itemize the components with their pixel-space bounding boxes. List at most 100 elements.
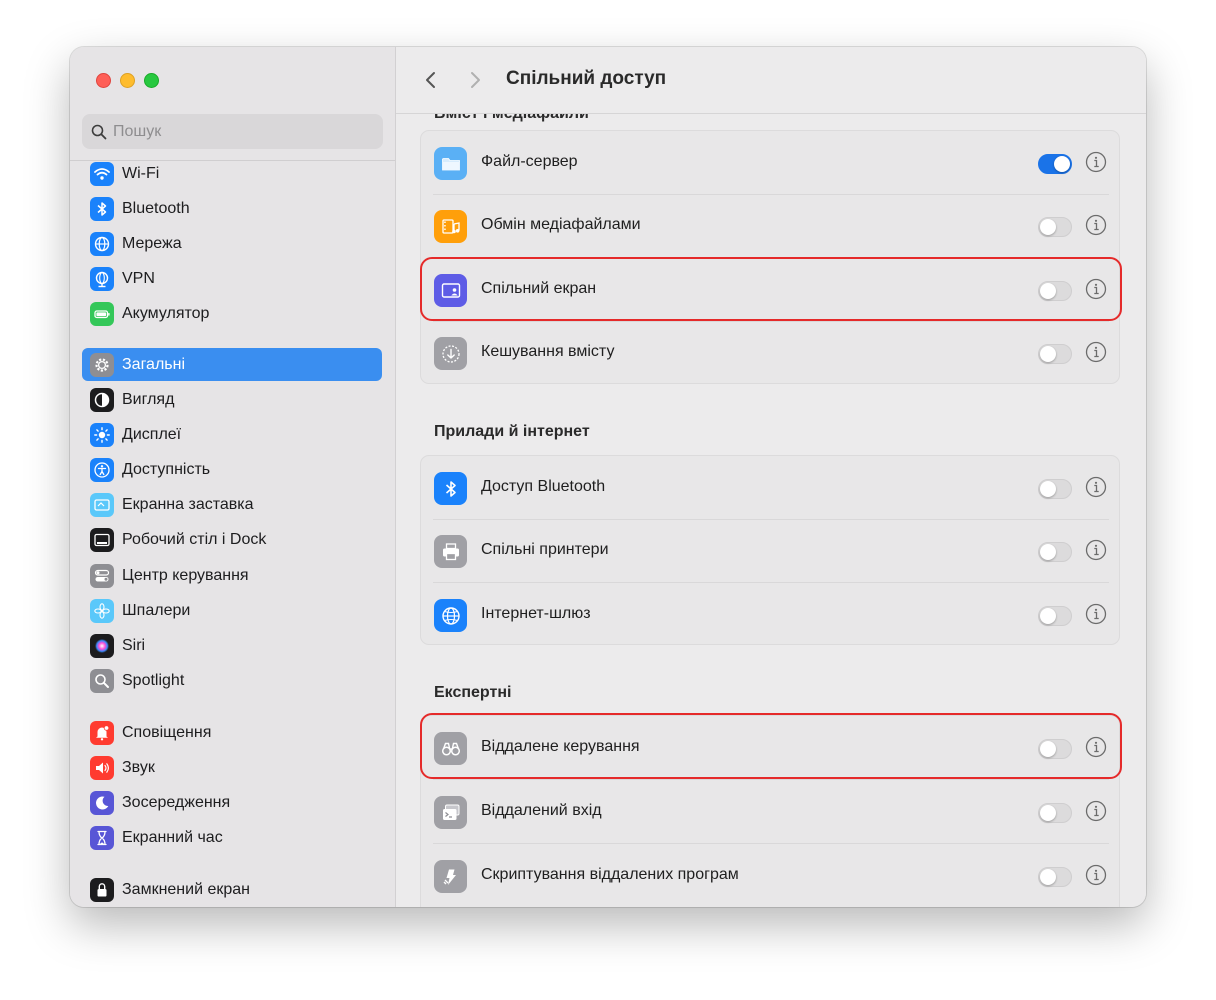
row-bluetooth-sharing[interactable]: Доступ Bluetooth bbox=[421, 456, 1121, 520]
row-file-server[interactable]: Файл-сервер bbox=[421, 131, 1121, 195]
sidebar-item-label: Екранний час bbox=[122, 828, 223, 846]
chevron-right-icon bbox=[471, 72, 480, 88]
sidebar-item-spotlight[interactable]: Spotlight bbox=[82, 664, 382, 697]
sidebar-item-bluetooth[interactable]: Bluetooth bbox=[82, 192, 382, 225]
printer-icon bbox=[434, 535, 467, 568]
globe-icon bbox=[90, 231, 114, 256]
sun-icon bbox=[90, 422, 114, 447]
row-media-sharing[interactable]: Обмін медіафайлами bbox=[421, 194, 1121, 258]
internet-sharing-toggle[interactable] bbox=[1038, 606, 1072, 626]
row-content-caching[interactable]: Кешування вмісту bbox=[421, 321, 1121, 385]
sidebar: Wi-Fi Bluetooth Мережа VPN bbox=[70, 47, 396, 907]
sidebar-item-accessibility[interactable]: Доступність bbox=[82, 453, 382, 486]
info-icon[interactable] bbox=[1085, 864, 1107, 886]
sidebar-item-label: Загальні bbox=[122, 355, 186, 373]
minimize-button[interactable] bbox=[120, 73, 135, 88]
section-header-accessories-internet: Прилади й інтернет bbox=[434, 423, 590, 440]
printer-sharing-toggle[interactable] bbox=[1038, 542, 1072, 562]
forward-button[interactable] bbox=[464, 69, 486, 91]
sidebar-item-label: Робочий стіл і Dock bbox=[122, 530, 267, 548]
page-title: Спільний доступ bbox=[506, 68, 667, 89]
accessibility-icon bbox=[90, 457, 114, 482]
sidebar-item-label: Bluetooth bbox=[122, 199, 190, 217]
media-sharing-toggle[interactable] bbox=[1038, 217, 1072, 237]
row-remote-login[interactable]: Віддалений вхід bbox=[421, 780, 1121, 844]
hourglass-icon bbox=[90, 825, 114, 850]
terminal-icon bbox=[434, 796, 467, 829]
info-icon[interactable] bbox=[1085, 214, 1107, 236]
sidebar-item-label: Зосередження bbox=[122, 793, 231, 811]
group-accessories-internet: Доступ Bluetooth Спільні принтери Інтерн… bbox=[420, 455, 1120, 645]
siri-icon bbox=[90, 633, 114, 658]
row-label: Файл-сервер bbox=[481, 153, 578, 170]
sidebar-item-sound[interactable]: Звук bbox=[82, 751, 382, 784]
sidebar-item-appearance[interactable]: Вигляд bbox=[82, 383, 382, 416]
info-icon[interactable] bbox=[1085, 539, 1107, 561]
row-label: Обмін медіафайлами bbox=[481, 216, 641, 233]
sidebar-item-network[interactable]: Мережа bbox=[82, 227, 382, 260]
sidebar-item-label: Акумулятор bbox=[122, 304, 210, 322]
row-label: Спільні принтери bbox=[481, 541, 609, 558]
highlight-screen-sharing bbox=[420, 257, 1122, 321]
row-internet-sharing[interactable]: Інтернет-шлюз bbox=[421, 583, 1121, 647]
appearance-icon bbox=[90, 387, 114, 412]
search-input[interactable] bbox=[113, 122, 363, 141]
moon-icon bbox=[90, 790, 114, 815]
back-button[interactable] bbox=[420, 69, 442, 91]
sidebar-item-screensaver[interactable]: Екранна заставка bbox=[82, 488, 382, 521]
bluetooth-icon bbox=[90, 196, 114, 221]
sidebar-item-screen-time[interactable]: Екранний час bbox=[82, 821, 382, 854]
settings-window: Wi-Fi Bluetooth Мережа VPN bbox=[70, 47, 1146, 907]
row-label: Віддалений вхід bbox=[481, 802, 602, 819]
search-field[interactable] bbox=[82, 114, 383, 149]
gear-icon bbox=[90, 352, 114, 377]
sidebar-item-vpn[interactable]: VPN bbox=[82, 262, 382, 295]
magnifier-icon bbox=[90, 668, 114, 693]
highlight-remote-management bbox=[420, 713, 1122, 779]
info-icon[interactable] bbox=[1085, 603, 1107, 625]
row-label: Кешування вмісту bbox=[481, 343, 615, 360]
sidebar-item-desktop-dock[interactable]: Робочий стіл і Dock bbox=[82, 523, 382, 556]
sidebar-item-lock-screen[interactable]: Замкнений екран bbox=[82, 873, 382, 906]
info-icon[interactable] bbox=[1085, 800, 1107, 822]
sidebar-item-label: Spotlight bbox=[122, 671, 185, 689]
media-icon bbox=[434, 210, 467, 243]
file-server-toggle[interactable] bbox=[1038, 154, 1072, 174]
sidebar-item-wifi[interactable]: Wi-Fi bbox=[82, 157, 382, 190]
sidebar-item-wallpaper[interactable]: Шпалери bbox=[82, 594, 382, 627]
control-center-icon bbox=[90, 563, 114, 588]
row-printer-sharing[interactable]: Спільні принтери bbox=[421, 519, 1121, 583]
bluetooth-sharing-toggle[interactable] bbox=[1038, 479, 1072, 499]
vpn-globe-icon bbox=[90, 266, 114, 291]
sidebar-item-general[interactable]: Загальні bbox=[82, 348, 382, 381]
wifi-icon bbox=[90, 161, 114, 186]
battery-icon bbox=[90, 301, 114, 326]
sidebar-item-label: Замкнений екран bbox=[122, 880, 250, 898]
sidebar-item-control-center[interactable]: Центр керування bbox=[82, 559, 382, 592]
bell-icon bbox=[90, 720, 114, 745]
zoom-button[interactable] bbox=[144, 73, 159, 88]
info-icon[interactable] bbox=[1085, 341, 1107, 363]
sidebar-item-siri[interactable]: Siri bbox=[82, 629, 382, 662]
sidebar-item-label: Екранна заставка bbox=[122, 495, 254, 513]
script-icon bbox=[434, 860, 467, 893]
sidebar-item-label: Мережа bbox=[122, 234, 182, 252]
row-remote-scripting[interactable]: Скриптування віддалених програм bbox=[421, 844, 1121, 907]
lock-screen-icon bbox=[90, 877, 114, 902]
close-button[interactable] bbox=[96, 73, 111, 88]
sidebar-item-label: Siri bbox=[122, 636, 146, 654]
info-icon[interactable] bbox=[1085, 151, 1107, 173]
sidebar-item-focus[interactable]: Зосередження bbox=[82, 786, 382, 819]
info-icon[interactable] bbox=[1085, 476, 1107, 498]
sidebar-item-displays[interactable]: Дисплеї bbox=[82, 418, 382, 451]
globe-icon bbox=[434, 599, 467, 632]
sidebar-item-notifications[interactable]: Сповіщення bbox=[82, 716, 382, 749]
sidebar-item-label: Wi-Fi bbox=[122, 164, 160, 182]
speaker-icon bbox=[90, 755, 114, 780]
remote-scripting-toggle[interactable] bbox=[1038, 867, 1072, 887]
remote-login-toggle[interactable] bbox=[1038, 803, 1072, 823]
sidebar-item-label: Вигляд bbox=[122, 390, 175, 408]
screensaver-icon bbox=[90, 492, 114, 517]
sidebar-item-battery[interactable]: Акумулятор bbox=[82, 297, 382, 330]
content-caching-toggle[interactable] bbox=[1038, 344, 1072, 364]
